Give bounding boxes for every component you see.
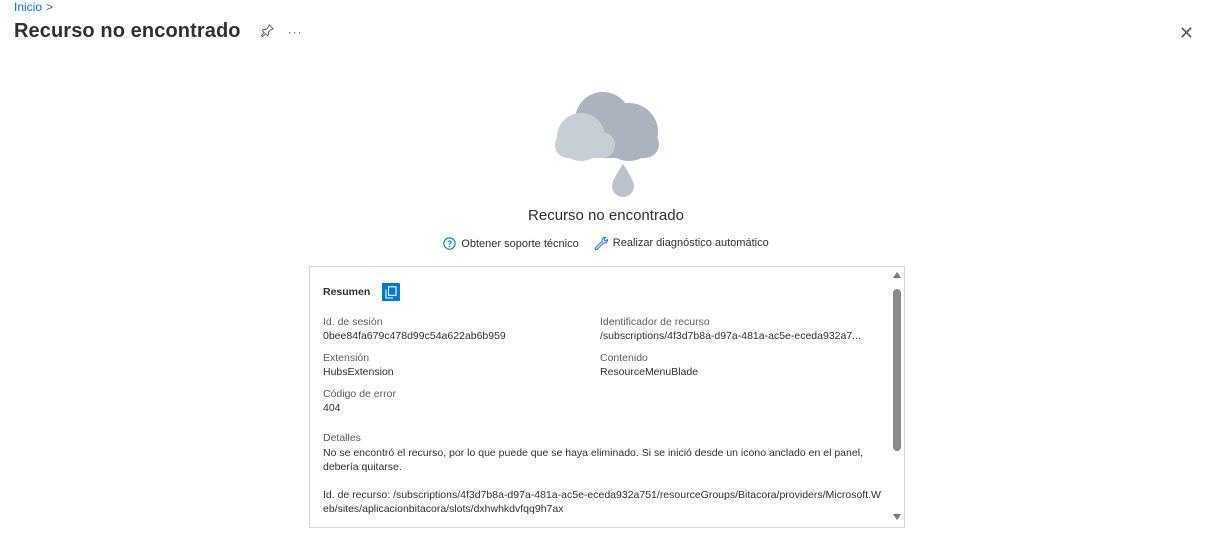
copy-icon (385, 285, 397, 299)
field-label: Identificador de recurso (600, 316, 710, 328)
summary-title: Resumen (323, 286, 371, 298)
resource-identifier-field: Identificador de recurso /subscriptions/… (600, 315, 884, 343)
field-label: Contenido (600, 352, 648, 364)
scroll-down-arrow-icon[interactable] (893, 514, 901, 520)
diagnostics-link[interactable]: Realizar diagnóstico automático (594, 236, 769, 250)
cloud-rain-icon (551, 92, 661, 205)
help-links: Obtener soporte técnico Realizar diagnós… (0, 236, 1212, 253)
support-link[interactable]: Obtener soporte técnico (443, 237, 579, 250)
scrollbar[interactable] (890, 267, 904, 527)
breadcrumb-separator: > (46, 0, 54, 14)
field-label: Código de error (323, 388, 396, 400)
summary-fields: Id. de sesión 0bee84fa679c478d99c54a622a… (323, 315, 884, 415)
help-icon (443, 237, 457, 250)
summary-panel[interactable]: Resumen Id. de sesión 0bee84fa679c478d99… (309, 266, 905, 528)
field-value: 0bee84fa679c478d99c54a622ab6b959 (323, 330, 506, 342)
content-field: Contenido ResourceMenuBlade (600, 351, 884, 379)
extension-field: Extensión HubsExtension (323, 351, 600, 379)
close-button[interactable]: ✕ (1179, 23, 1194, 44)
support-link-label: Obtener soporte técnico (461, 237, 579, 250)
more-options-button[interactable]: ··· (288, 25, 303, 39)
summary-content: Resumen Id. de sesión 0bee84fa679c478d99… (323, 283, 884, 516)
error-code-field: Código de error 404 (323, 387, 600, 415)
page-title: Recurso no encontrado (14, 20, 241, 42)
error-headline: Recurso no encontrado (528, 207, 684, 224)
scroll-thumb[interactable] (893, 289, 901, 451)
field-value: HubsExtension (323, 366, 394, 378)
breadcrumb: Inicio > (14, 0, 53, 14)
breadcrumb-home-link[interactable]: Inicio (14, 0, 42, 14)
field-value: ResourceMenuBlade (600, 366, 699, 378)
diagnostics-link-label: Realizar diagnóstico automático (612, 237, 769, 249)
scroll-up-arrow-icon[interactable] (893, 272, 901, 278)
details-section: Detalles No se encontró el recurso, por … (323, 431, 884, 516)
details-text: No se encontró el recurso, por lo que pu… (323, 447, 863, 473)
details-label: Detalles (323, 432, 361, 444)
copy-button[interactable] (382, 283, 401, 301)
close-icon: ✕ (1178, 23, 1194, 43)
field-label: Extensión (323, 352, 370, 364)
resource-id-text: Id. de recurso: /subscriptions/4f3d7b8a-… (323, 489, 881, 515)
title-row: Recurso no encontrado ··· (14, 20, 303, 43)
session-id-field: Id. de sesión 0bee84fa679c478d99c54a622a… (323, 315, 600, 343)
field-value: 404 (323, 402, 341, 414)
wrench-icon (594, 236, 608, 250)
summary-header: Resumen (323, 283, 884, 301)
field-label: Id. de sesión (323, 316, 383, 328)
pin-icon[interactable] (260, 23, 274, 40)
field-value: /subscriptions/4f3d7b8a-d97a-481a-ac5e-e… (600, 330, 861, 342)
